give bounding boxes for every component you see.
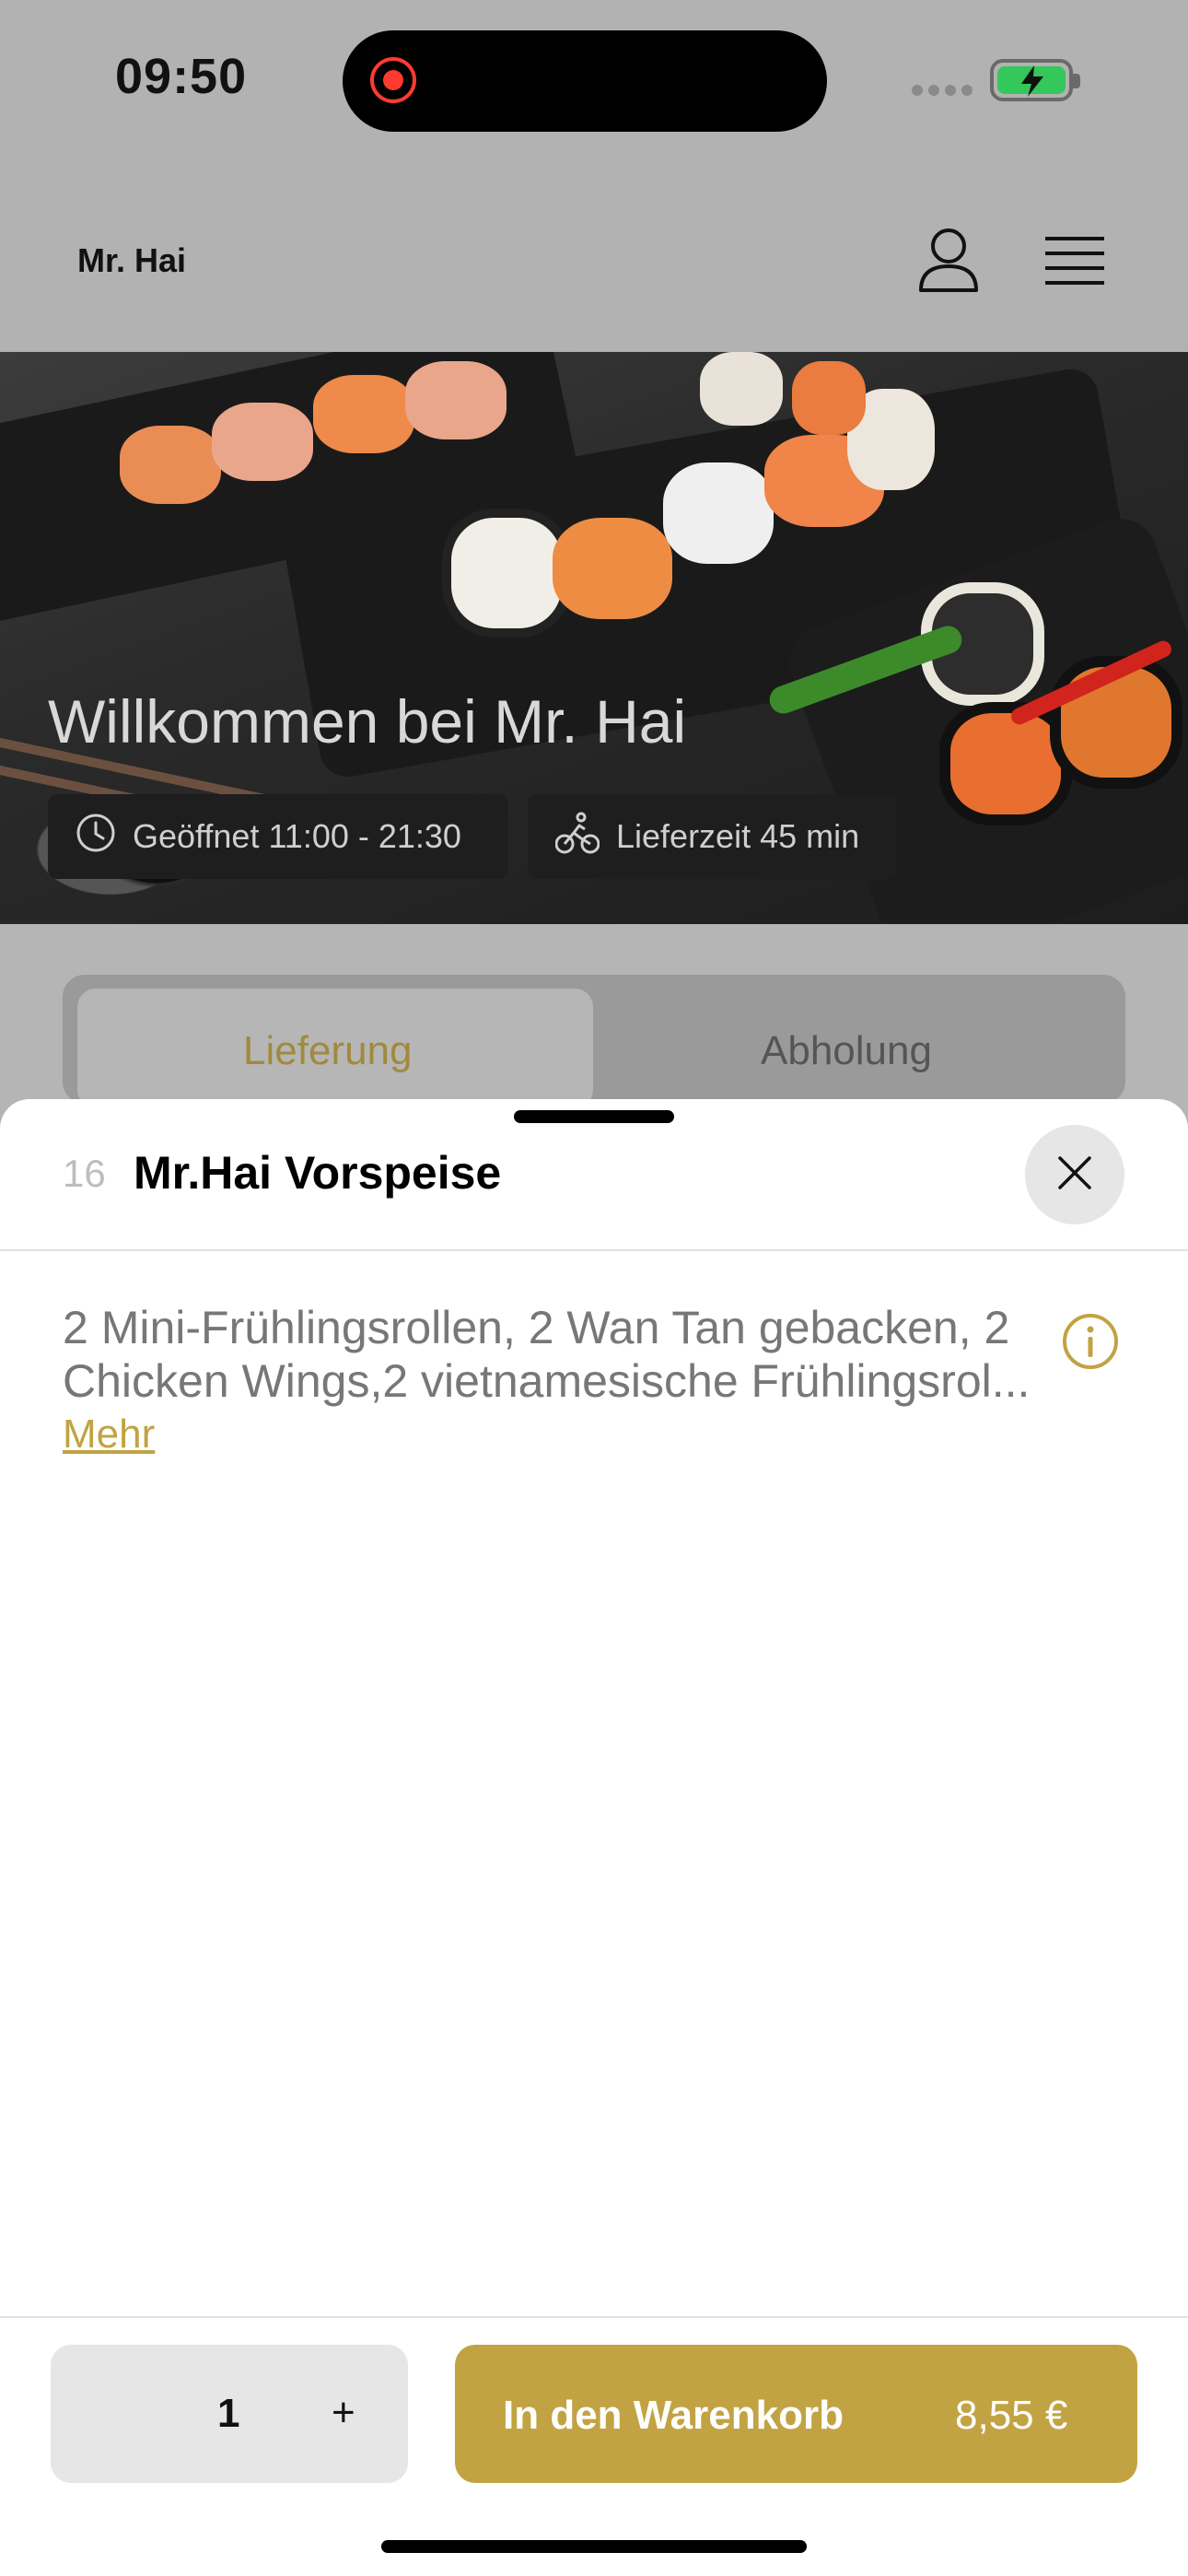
recording-indicator-icon	[370, 57, 416, 103]
cyclist-icon	[554, 811, 600, 863]
close-button[interactable]	[1025, 1125, 1124, 1224]
tab-delivery-label[interactable]: Lieferung	[243, 1028, 412, 1074]
delivery-time-text: Lieferzeit 45 min	[616, 817, 860, 855]
brand-name[interactable]: Mr. Hai	[77, 241, 186, 280]
item-title: Mr.Hai Vorspeise	[134, 1147, 502, 1199]
info-icon[interactable]	[1061, 1312, 1120, 1376]
more-link[interactable]: Mehr	[63, 1411, 155, 1458]
item-description-line-1: 2 Mini-Frühlingsrollen, 2 Wan Tan geback…	[63, 1302, 1010, 1353]
hamburger-menu-icon[interactable]	[1045, 235, 1104, 291]
user-account-icon[interactable]	[916, 226, 981, 299]
quantity-value: 1	[217, 2391, 240, 2436]
cellular-signal-icon	[912, 85, 973, 96]
hero-title: Willkommen bei Mr. Hai	[48, 687, 687, 755]
item-number: 16	[63, 1152, 106, 1195]
add-to-cart-price[interactable]: 8,55 €	[955, 2393, 1067, 2439]
item-description-line-2: Chicken Wings,2 vietnamesische Frühlings…	[63, 1355, 1031, 1407]
tab-pickup[interactable]: Abholung	[761, 1028, 932, 1074]
footer-divider	[0, 2316, 1188, 2318]
clock-icon	[76, 813, 116, 861]
opening-hours-text: Geöffnet 11:00 - 21:30	[133, 817, 461, 855]
battery-charging-icon	[990, 59, 1080, 101]
opening-hours-badge: Geöffnet 11:00 - 21:30	[48, 794, 508, 879]
delivery-time-badge: Lieferzeit 45 min	[528, 794, 896, 879]
header-divider	[0, 1249, 1188, 1251]
home-indicator[interactable]	[381, 2540, 807, 2553]
status-time: 09:50	[115, 49, 248, 104]
close-icon	[1056, 1154, 1093, 1196]
sheet-grabber-handle[interactable]	[514, 1110, 674, 1123]
item-description: 2 Mini-Frühlingsrollen, 2 Wan Tan geback…	[63, 1301, 1066, 1408]
quantity-increase-button[interactable]: +	[332, 2390, 355, 2436]
add-to-cart-label[interactable]: In den Warenkorb	[503, 2393, 844, 2439]
